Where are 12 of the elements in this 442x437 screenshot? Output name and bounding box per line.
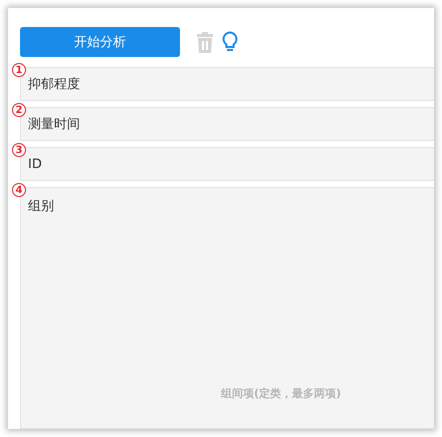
field-label: ID bbox=[28, 156, 42, 172]
drop-field[interactable]: 测量时间 bbox=[20, 107, 434, 141]
number-badge: 4 bbox=[12, 183, 26, 197]
field-label: 测量时间 bbox=[28, 116, 80, 133]
number-badge: 2 bbox=[12, 103, 26, 117]
field-label: 抑郁程度 bbox=[28, 76, 80, 93]
lightbulb-icon[interactable] bbox=[222, 31, 238, 53]
number-badge: 3 bbox=[12, 143, 26, 157]
field-label: 组别 bbox=[28, 198, 54, 215]
start-analysis-button[interactable]: 开始分析 bbox=[20, 27, 180, 57]
field-hint: 组间项(定类，最多两项) bbox=[221, 386, 342, 401]
number-badge: 1 bbox=[12, 63, 26, 77]
